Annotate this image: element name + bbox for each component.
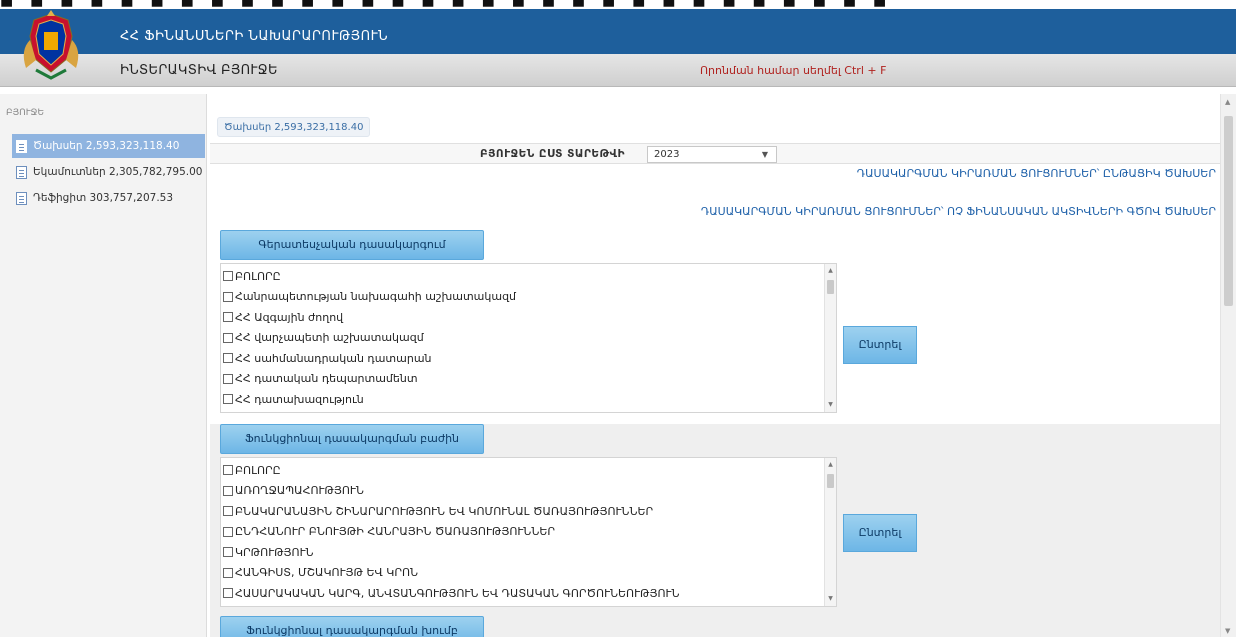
ministry-title: ՀՀ ՖԻՆԱՆՍՆԵՐԻ ՆԱԽԱՐԱՐՈՒԹՅՈՒՆ — [120, 29, 389, 44]
header-bar: ՀՀ ՖԻՆԱՆՍՆԵՐԻ ՆԱԽԱՐԱՐՈՒԹՅՈՒՆ — [0, 9, 1236, 54]
checkbox[interactable] — [223, 271, 233, 282]
checkbox[interactable] — [223, 485, 233, 496]
list-item[interactable]: ԲՆԱԿԱՐԱՆԱՅԻՆ ՇԻՆԱՐԱՐՈՒԹՅՈՒՆ ԵՎ ԿՈՄՈՒՆԱԼ … — [223, 501, 836, 522]
scroll-up-icon[interactable]: ▲ — [825, 266, 836, 276]
scroll-up-icon[interactable]: ▲ — [1225, 98, 1230, 106]
year-label: ԲՅՈՒՋԵՆ ԸՍՏ ՏԱՐԵԹՎԻ — [480, 148, 626, 160]
functional-section-button[interactable]: Ֆունկցիոնալ դասակարգման բաժին — [220, 424, 484, 454]
checkbox[interactable] — [223, 526, 233, 537]
main-content: Ծախսեր 2,593,323,118.40 ԲՅՈՒՋԵՆ ԸՍՏ ՏԱՐԵ… — [210, 94, 1220, 637]
page-scrollbar[interactable]: ▲ ▼ — [1220, 94, 1236, 637]
list-item[interactable]: ՀՀ վարչապետի աշխատակազմ — [223, 328, 836, 349]
checkbox[interactable] — [223, 506, 233, 517]
sidebar-item-label: Դեֆիցիտ 303,757,207.53 — [33, 192, 174, 204]
list-item[interactable]: ՀՀ դատախազություն — [223, 389, 836, 410]
sidebar-item-expenses[interactable]: Ծախսեր 2,593,323,118.40 — [12, 134, 205, 158]
departmental-listbox[interactable]: ԲՈԼՈՐԸ Հանրապետության նախագահի աշխատակազ… — [220, 263, 837, 413]
section-departmental: Գերատեսչական դասակարգում ԲՈԼՈՐԸ Հանրապետ… — [210, 224, 1220, 424]
departmental-select-button[interactable]: Ընտրել — [843, 326, 917, 364]
checkbox[interactable] — [223, 394, 233, 405]
document-icon — [16, 139, 27, 153]
sidebar-item-deficit[interactable]: Դեֆիցիտ 303,757,207.53 — [12, 186, 205, 210]
listbox-scrollbar[interactable]: ▲ ▼ — [824, 458, 836, 606]
sidebar-label: ԲՅՈՒՋԵ — [6, 108, 45, 118]
document-icon — [16, 165, 27, 179]
year-filter-row: ԲՅՈՒՋԵՆ ԸՍՏ ՏԱՐԵԹՎԻ 2023 ▼ — [210, 143, 1220, 164]
sidebar-item-label: Եկամուտներ 2,305,782,795.00 — [33, 166, 203, 178]
scroll-down-icon[interactable]: ▼ — [825, 400, 836, 410]
scroll-thumb[interactable] — [827, 280, 834, 294]
checkbox[interactable] — [223, 291, 233, 302]
list-item[interactable]: ՀԱՆԳԻՍՏ, ՄՇԱԿՈՒՅԹ ԵՎ ԿՐՈՆ — [223, 563, 836, 584]
document-icon — [16, 191, 27, 205]
list-item[interactable]: Հանրապետության նախագահի աշխատակազմ — [223, 287, 836, 308]
checkbox[interactable] — [223, 373, 233, 384]
search-hint: Որոնման համար սեղմել Ctrl + F — [700, 64, 887, 77]
listbox-scrollbar[interactable]: ▲ ▼ — [824, 264, 836, 412]
breadcrumb[interactable]: Ծախսեր 2,593,323,118.40 — [217, 117, 371, 137]
list-item[interactable]: ԿՐԹՈՒԹՅՈՒՆ — [223, 542, 836, 563]
checkbox[interactable] — [223, 332, 233, 343]
departmental-classification-button[interactable]: Գերատեսչական դասակարգում — [220, 230, 484, 260]
list-item[interactable]: ԲՈԼՈՐԸ — [223, 266, 836, 287]
sidebar: ԲՅՈՒՋԵ Ծախսեր 2,593,323,118.40 Եկամուտնե… — [0, 94, 207, 637]
checkbox[interactable] — [223, 465, 233, 476]
functional-group-button[interactable]: Ֆունկցիոնալ դասակարգման խումբ — [220, 616, 484, 637]
cropped-top-text: ■ ■ ■ ■ ■ ■ ■ ■ ■ ■ ■ ■ ■ ■ ■ ■ ■ ■ ■ ■ … — [0, 0, 1236, 9]
checkbox[interactable] — [223, 588, 233, 599]
scroll-down-icon[interactable]: ▼ — [825, 594, 836, 604]
checkbox[interactable] — [223, 312, 233, 323]
checkbox[interactable] — [223, 547, 233, 558]
list-item[interactable]: ՀԱՍԱՐԱԿԱԿԱՆ ԿԱՐԳ, ԱՆՎՏԱՆԳՈՒԹՅՈՒՆ ԵՎ ԴԱՏԱ… — [223, 583, 836, 604]
year-value: 2023 — [654, 149, 680, 160]
list-item[interactable]: ՀՀ սահմանադրական դատարան — [223, 348, 836, 369]
subheader-bar: ԻՆՏԵՐԱԿՏԻՎ ԲՅՈՒՋԵ Որոնման համար սեղմել C… — [0, 54, 1236, 87]
functional-select-button[interactable]: Ընտրել — [843, 514, 917, 552]
list-item[interactable]: ԱՌՈՂՋԱՊԱՀՈՒԹՅՈՒՆ — [223, 481, 836, 502]
classification-link-current[interactable]: ԴԱՍԱԿԱՐԳՄԱՆ ԿԻՐԱՌՄԱՆ ՑՈՒՑՈՒՄՆԵՐ՝ ԸՆԹԱՑԻԿ… — [857, 167, 1216, 180]
sidebar-item-revenues[interactable]: Եկամուտներ 2,305,782,795.00 — [12, 160, 205, 184]
list-item[interactable]: ՀՀ դատական դեպարտամենտ — [223, 369, 836, 390]
checkbox[interactable] — [223, 353, 233, 364]
year-select[interactable]: 2023 ▼ — [647, 146, 777, 163]
section-functional: Ֆունկցիոնալ դասակարգման բաժին ԲՈԼՈՐԸ ԱՌՈ… — [210, 424, 1220, 637]
scroll-thumb[interactable] — [827, 474, 834, 488]
functional-listbox[interactable]: ԲՈԼՈՐԸ ԱՌՈՂՋԱՊԱՀՈՒԹՅՈՒՆ ԲՆԱԿԱՐԱՆԱՅԻՆ ՇԻՆ… — [220, 457, 837, 607]
classification-link-nonfinancial[interactable]: ԴԱՍԱԿԱՐԳՄԱՆ ԿԻՐԱՌՄԱՆ ՑՈՒՑՈՒՄՆԵՐ՝ ՈՉ ՖԻՆԱ… — [701, 205, 1216, 218]
list-item[interactable]: ԲՈԼՈՐԸ — [223, 460, 836, 481]
scroll-down-icon[interactable]: ▼ — [1225, 627, 1230, 635]
scroll-up-icon[interactable]: ▲ — [825, 460, 836, 470]
page-title: ԻՆՏԵՐԱԿՏԻՎ ԲՅՈՒՋԵ — [120, 63, 278, 78]
checkbox[interactable] — [223, 567, 233, 578]
sidebar-item-label: Ծախսեր 2,593,323,118.40 — [33, 140, 180, 152]
list-item[interactable]: ԸՆԴՀԱՆՈՒՐ ԲՆՈՒՅԹԻ ՀԱՆՐԱՅԻՆ ԾԱՌԱՅՈՒԹՅՈՒՆՆ… — [223, 522, 836, 543]
coat-of-arms-logo[interactable] — [18, 10, 84, 82]
scroll-thumb[interactable] — [1224, 116, 1233, 306]
chevron-down-icon: ▼ — [761, 150, 768, 159]
list-item[interactable]: ՀՀ Ազգային ժողով — [223, 307, 836, 328]
